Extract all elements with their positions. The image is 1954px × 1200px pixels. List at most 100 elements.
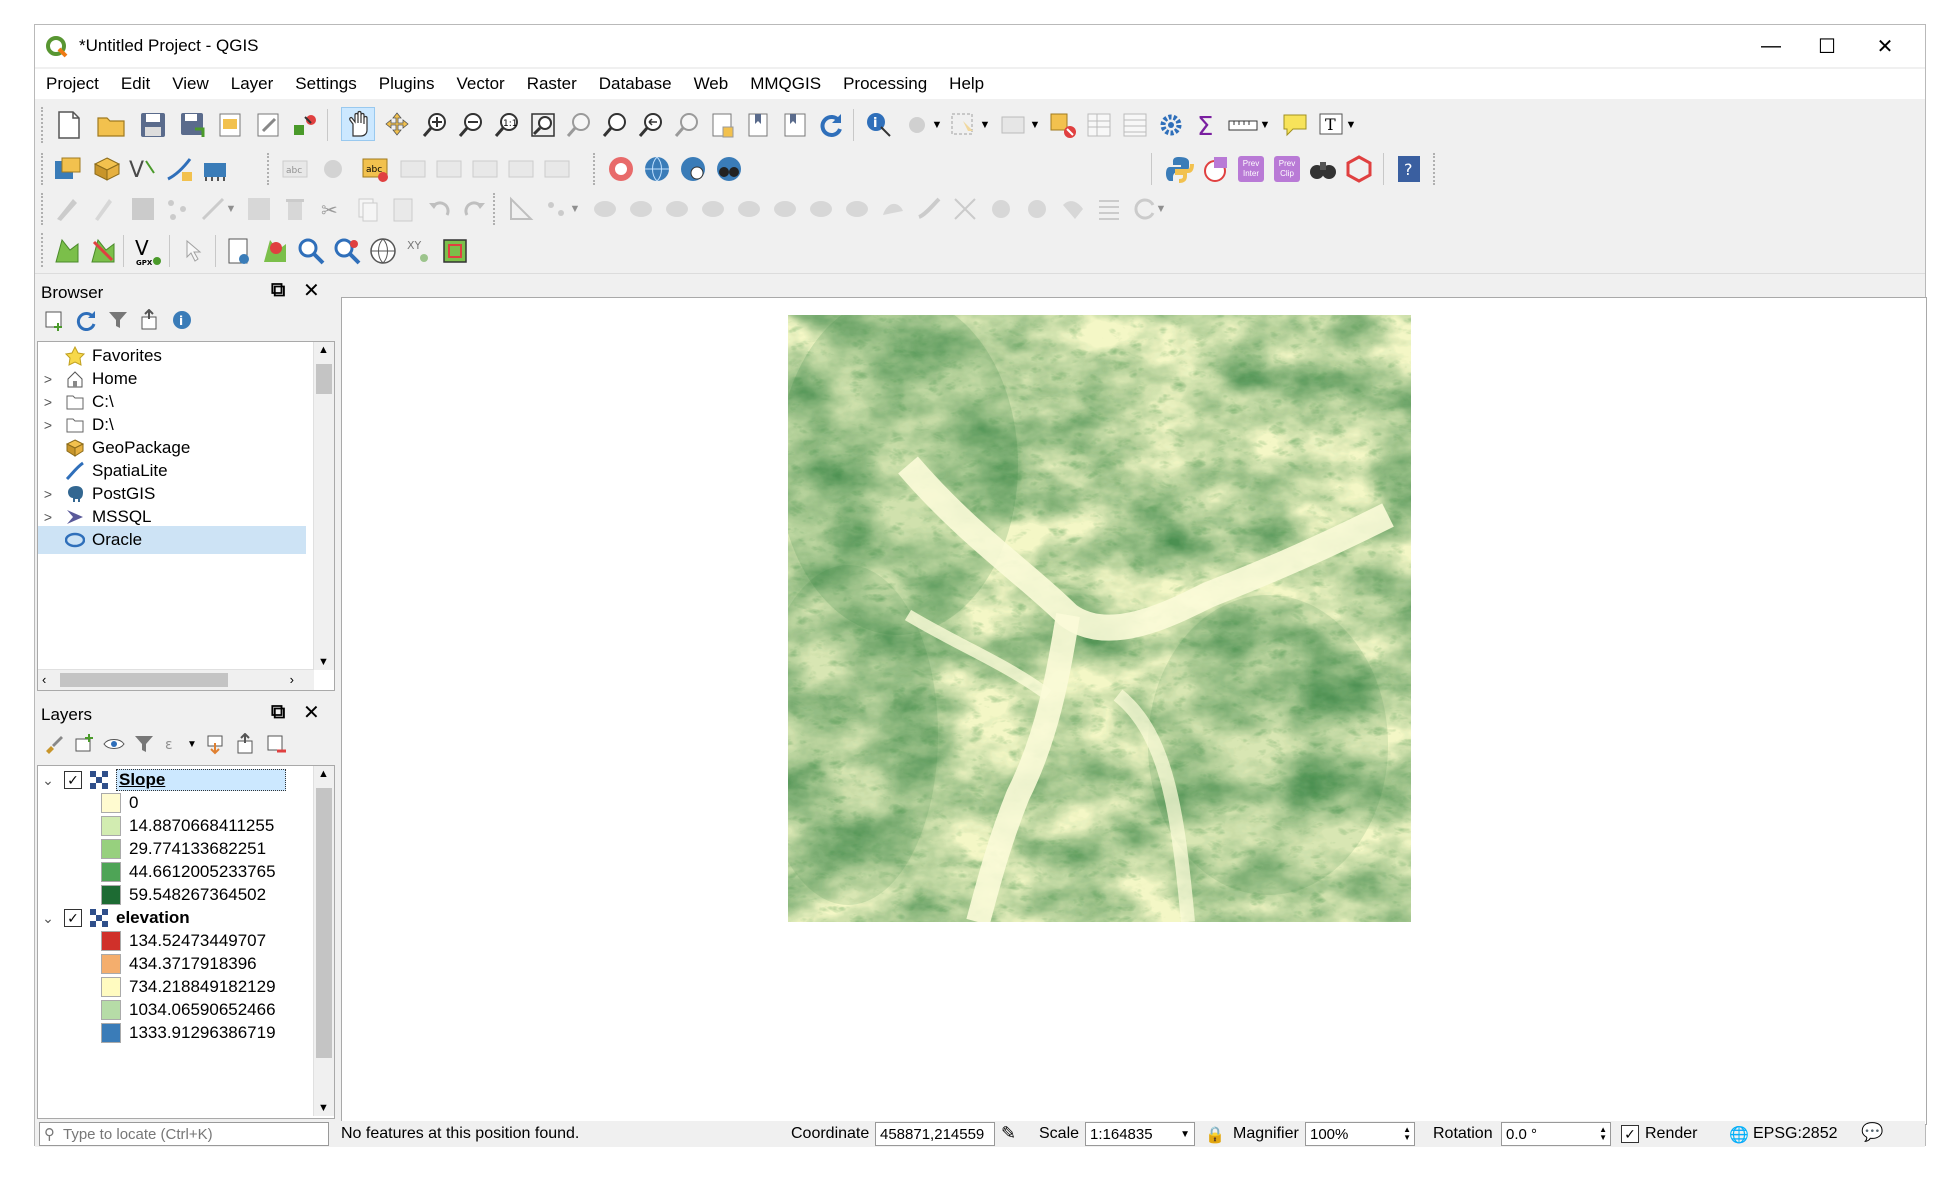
move-label-icon[interactable] [469, 153, 501, 185]
gpx-tools-icon[interactable]: V GPX [131, 235, 163, 267]
select-by-value-icon[interactable] [997, 109, 1029, 141]
remove-layer-icon[interactable] [265, 733, 287, 755]
toolbar-grip[interactable] [41, 193, 47, 225]
identify-features-icon[interactable]: i [863, 109, 895, 141]
messages-icon[interactable]: 💬 [1861, 1122, 1883, 1143]
map-tips-icon[interactable] [1279, 109, 1311, 141]
add-part-icon[interactable] [733, 193, 765, 225]
paste-features-icon[interactable] [387, 193, 419, 225]
menu-raster[interactable]: Raster [516, 74, 588, 94]
change-label-icon[interactable] [541, 153, 573, 185]
label-toolbar-icon[interactable]: abc [279, 153, 311, 185]
split-features-icon[interactable] [949, 193, 981, 225]
scroll-down-icon[interactable]: ▼ [318, 1102, 329, 1114]
menu-help[interactable]: Help [938, 74, 995, 94]
scrollbar-thumb[interactable] [316, 364, 332, 394]
globe-search-icon[interactable] [677, 153, 709, 185]
pin-labels-icon[interactable] [397, 153, 429, 185]
menu-layer[interactable]: Layer [220, 74, 285, 94]
statistics-sigma-icon[interactable]: Σ [1191, 109, 1223, 141]
toolbar-grip[interactable] [41, 153, 47, 185]
refresh-icon[interactable] [815, 109, 847, 141]
attribute-table-icon[interactable] [1083, 109, 1115, 141]
chevron-down-icon[interactable]: ▼ [1345, 115, 1357, 135]
collapse-arrow[interactable]: ⌄ [38, 910, 58, 927]
current-edits-icon[interactable] [51, 193, 83, 225]
crs-label[interactable]: EPSG:2852 [1753, 1125, 1838, 1143]
filter-icon[interactable] [107, 309, 129, 331]
georeferencer-icon[interactable] [51, 235, 83, 267]
show-bookmarks-icon[interactable] [779, 109, 811, 141]
menu-mmqgis[interactable]: MMQGIS [739, 74, 832, 94]
crs-globe-icon[interactable]: 🌐 [1729, 1125, 1749, 1145]
split-parts-icon[interactable] [985, 193, 1017, 225]
collapse-arrow[interactable]: ⌄ [38, 772, 58, 789]
slope-raster[interactable] [788, 315, 1411, 922]
copy-features-icon[interactable] [351, 193, 383, 225]
expand-arrow[interactable]: > [38, 394, 58, 410]
reshape-icon[interactable] [877, 193, 909, 225]
diagram-options-icon[interactable] [319, 153, 351, 185]
scrollbar-thumb[interactable] [316, 788, 332, 1058]
prev-clip-icon[interactable]: Prev Clip [1271, 153, 1303, 185]
toolbar-grip[interactable] [493, 193, 499, 225]
text-annotation-icon[interactable]: T [1315, 109, 1347, 141]
add-vector-layer-icon[interactable]: V [127, 153, 159, 185]
menu-database[interactable]: Database [588, 74, 683, 94]
merge-attributes-icon[interactable] [1057, 193, 1089, 225]
scroll-up-icon[interactable]: ▲ [318, 768, 329, 780]
modify-attributes-icon[interactable] [243, 193, 275, 225]
menu-plugins[interactable]: Plugins [368, 74, 446, 94]
render-checkbox[interactable]: ✓ [1621, 1125, 1639, 1143]
shape-tools-icon[interactable] [1199, 153, 1231, 185]
toggle-extents-icon[interactable]: ✎ [1001, 1123, 1016, 1144]
rotate-point-symbols-icon[interactable] [1093, 193, 1125, 225]
new-bookmark-icon[interactable] [743, 109, 775, 141]
add-group-icon[interactable] [73, 733, 95, 755]
data-source-manager-icon[interactable] [51, 153, 83, 185]
layout-page-icon[interactable] [223, 235, 255, 267]
zoom-out-icon[interactable] [455, 109, 487, 141]
pan-to-selection-icon[interactable] [381, 109, 413, 141]
layer-visibility-checkbox[interactable]: ✓ [64, 909, 82, 927]
show-hide-labels-icon[interactable] [433, 153, 465, 185]
open-project-icon[interactable] [95, 109, 127, 141]
minimize-button[interactable]: — [1739, 25, 1803, 67]
zoom-full-icon[interactable] [527, 109, 559, 141]
heatmap-tool-icon[interactable] [87, 235, 119, 267]
advanced-digitize-icon[interactable] [505, 193, 537, 225]
manage-visibility-eye-icon[interactable] [103, 733, 125, 755]
locator-search-input[interactable]: ⚲ Type to locate (Ctrl+K) [39, 1122, 329, 1146]
close-panel-icon[interactable]: ✕ [303, 278, 320, 303]
new-print-layout-icon[interactable] [215, 109, 247, 141]
rotate-label-icon[interactable] [505, 153, 537, 185]
rotate-feature-icon[interactable] [625, 193, 657, 225]
style-paintbrush-icon[interactable] [43, 733, 65, 755]
layer-name-elevation[interactable]: elevation [116, 908, 190, 928]
add-ring-icon[interactable] [697, 193, 729, 225]
chevron-down-icon[interactable]: ▼ [931, 115, 943, 135]
binoculars-icon[interactable] [1307, 153, 1339, 185]
chevron-down-icon[interactable]: ▼ [1155, 199, 1167, 219]
float-panel-icon[interactable]: ⧉ [271, 701, 285, 724]
move-feature-icon[interactable] [589, 193, 621, 225]
add-point-icon[interactable] [161, 193, 193, 225]
new-map-view-icon[interactable] [707, 109, 739, 141]
globe-tiles-icon[interactable] [641, 153, 673, 185]
settings-gear-icon[interactable] [1155, 109, 1187, 141]
scale-combobox[interactable]: 1:164835 ▼ [1085, 1122, 1195, 1146]
toolbar-grip[interactable] [41, 107, 47, 143]
menu-settings[interactable]: Settings [284, 74, 367, 94]
scroll-right-icon[interactable]: › [290, 672, 294, 687]
measure-line-icon[interactable] [1227, 109, 1259, 141]
menu-project[interactable]: Project [35, 74, 110, 94]
layout-manager-icon[interactable] [253, 109, 285, 141]
save-project-icon[interactable] [137, 109, 169, 141]
close-button[interactable]: ✕ [1853, 25, 1917, 67]
filter-icon[interactable] [133, 733, 155, 755]
menu-processing[interactable]: Processing [832, 74, 938, 94]
magnifier-spinbox[interactable]: 100% ▲ ▼ [1305, 1122, 1415, 1146]
filter-expression-icon[interactable]: ε [163, 733, 185, 755]
new-project-icon[interactable] [53, 109, 85, 141]
lock-scale-icon[interactable]: 🔒 [1205, 1125, 1225, 1145]
